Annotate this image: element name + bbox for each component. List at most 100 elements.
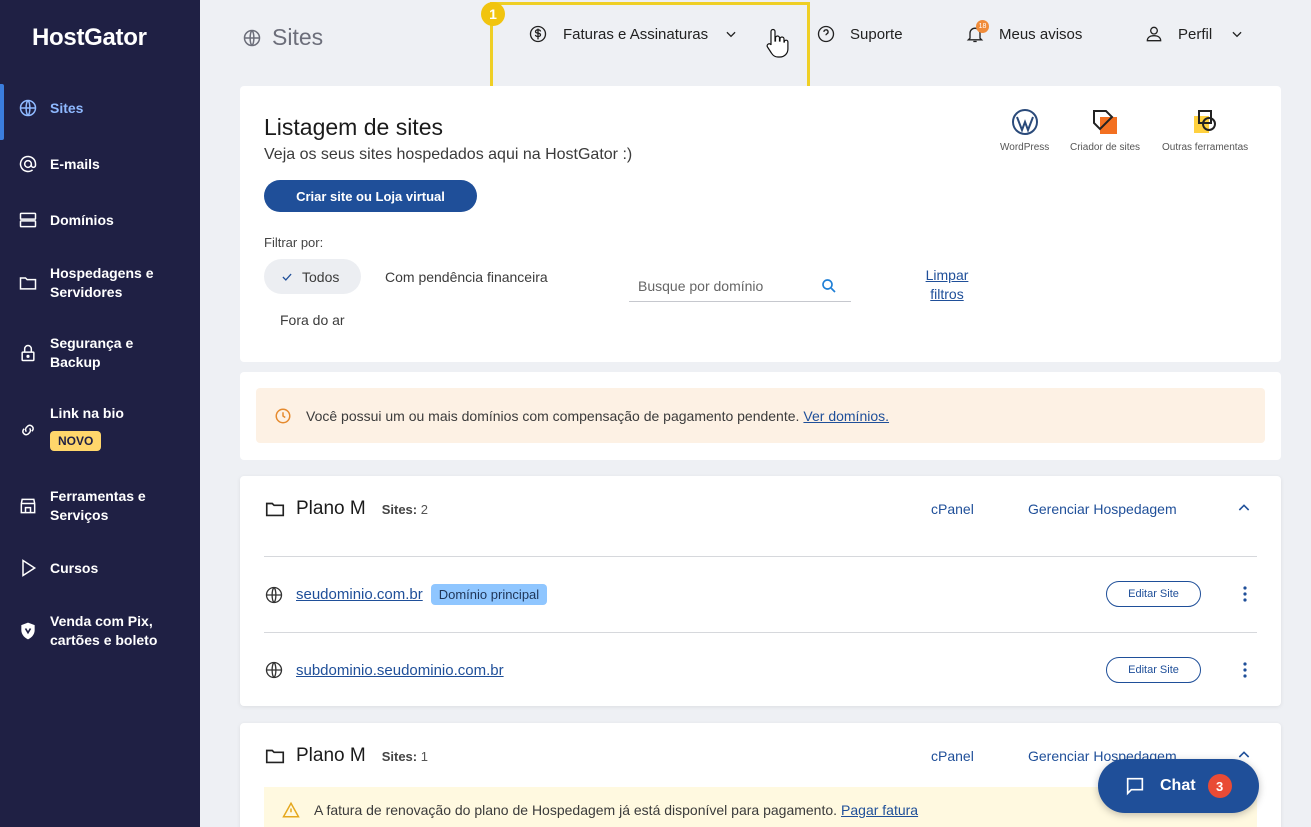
pay-invoice-link[interactable]: Pagar fatura [841,802,918,818]
search-icon[interactable] [820,277,838,295]
brand-logo: HostGator [32,24,147,51]
sidebar-item-hosting[interactable]: Hospedagens e Servidores [0,264,200,302]
view-domains-link[interactable]: Ver domínios. [803,408,889,424]
sidebar-item-label: Hospedagens e Servidores [50,265,154,300]
sidebar-item-label: Cursos [50,559,99,576]
page-subtitle: Veja os seus sites hospedados aqui na Ho… [264,146,633,163]
edit-site-button[interactable]: Editar Site [1106,657,1201,683]
sites-listing-card: Listagem de sites Veja os seus sites hos… [240,86,1281,362]
plan-header: Plano M Sites: 2 [264,498,428,520]
site-row: subdominio.seudominio.com.br [264,660,504,680]
search-field [629,270,851,302]
sidebar-item-security[interactable]: Segurança e Backup [0,334,200,372]
link-icon [18,420,38,440]
profile-menu[interactable]: Perfil [1144,24,1244,44]
sidebar-item-payments[interactable]: Venda com Pix, cartões e boleto [0,612,200,650]
sidebar-item-domains[interactable]: Domínios [0,210,200,230]
plan-sites-count: Sites: 2 [381,501,428,517]
notification-badge: 18 [976,20,989,33]
sidebar-item-sites[interactable]: Sites [0,84,200,140]
page-header: Sites [242,24,323,51]
sidebar-item-label: Sites [50,99,84,116]
chevron-up-icon[interactable] [1236,500,1252,516]
site-builder-icon [1093,110,1118,134]
chevron-down-icon [1232,31,1242,38]
folder-icon [18,273,38,293]
site-domain-link[interactable]: seudominio.com.br [296,586,423,603]
step-badge: 1 [481,2,505,26]
notices-label: Meus avisos [999,25,1083,43]
sidebar-item-link-bio[interactable]: Link na bio NOVO [0,404,200,451]
globe-icon [18,98,38,118]
filter-offline[interactable]: Fora do ar [280,312,345,328]
site-domain-link[interactable]: subdominio.seudominio.com.br [296,662,504,679]
store-icon [18,496,38,516]
chat-button[interactable]: Chat 3 [1098,759,1259,813]
search-input[interactable] [629,277,814,294]
sidebar-item-label: Segurança e Backup [50,335,134,370]
help-icon [817,25,835,43]
pending-alert-card: Você possui um ou mais domínios com comp… [240,372,1281,460]
page-title: Listagem de sites [264,114,443,140]
tool-other[interactable]: Outras ferramentas [1162,108,1248,153]
sidebar-item-label: Domínios [50,211,114,228]
hand-cursor-icon [766,28,789,58]
filter-all[interactable]: Todos [264,259,361,294]
notices-link[interactable]: 18 Meus avisos [965,20,1083,44]
support-label: Suporte [850,25,903,43]
globe-icon [243,29,261,46]
tool-site-builder[interactable]: Criador de sites [1070,108,1140,153]
more-options-icon[interactable] [1238,660,1252,680]
folder-icon [265,749,285,764]
highlight-box [490,2,810,98]
server-icon [18,210,38,230]
tool-label: Criador de sites [1070,142,1141,153]
pending-alert: Você possui um ou mais domínios com comp… [256,388,1265,443]
divider [264,632,1257,633]
header-title: Sites [272,24,324,50]
divider [264,556,1257,557]
wordpress-icon [1011,109,1038,135]
sidebar-item-label: E-mails [50,155,100,172]
warning-icon [282,801,300,818]
create-site-button[interactable]: Criar site ou Loja virtual [264,180,477,212]
lock-icon [18,343,38,363]
tools-icon [1194,110,1217,133]
sidebar-item-emails[interactable]: E-mails [0,154,200,174]
plan-name: Plano M [296,745,366,766]
filter-pending[interactable]: Com pendência financeira [385,269,548,285]
cpanel-link[interactable]: cPanel [931,748,974,764]
shield-icon [18,621,38,641]
new-badge: NOVO [50,431,102,451]
sidebar-item-tools[interactable]: Ferramentas e Serviços [0,487,200,525]
play-icon [18,558,38,578]
plan-card: Plano M Sites: 2 cPanel Gerenciar Hosped… [240,476,1281,706]
filter-label-all: Todos [302,268,340,285]
primary-domain-badge: Domínio principal [430,584,548,605]
user-icon [1146,26,1162,42]
manage-hosting-link[interactable]: Gerenciar Hospedagem [1028,501,1177,517]
tool-label: WordPress [1000,142,1050,153]
chat-icon [1126,777,1144,796]
cpanel-link[interactable]: cPanel [931,501,974,517]
globe-icon [265,661,283,679]
folder-icon [265,502,285,517]
tool-label: Outras ferramentas [1162,142,1249,153]
more-options-icon[interactable] [1238,584,1252,604]
sidebar-item-courses[interactable]: Cursos [0,558,200,578]
clear-filters-link[interactable]: Limpar filtros [923,266,971,304]
plan-name: Plano M [296,498,366,519]
support-link[interactable]: Suporte [816,24,903,44]
dollar-icon [529,25,547,43]
profile-label: Perfil [1178,25,1213,43]
clock-icon [275,408,291,423]
check-icon [282,273,292,281]
tool-wordpress[interactable]: WordPress [1000,108,1049,153]
sidebar: HostGator Sites E-mails Domínios Hospeda… [0,0,200,827]
sidebar-item-label: Link na bio [50,405,124,421]
renewal-alert-text: A fatura de renovação do plano de Hosped… [314,802,838,818]
billing-menu[interactable]: Faturas e Assinaturas [528,24,738,44]
edit-site-button[interactable]: Editar Site [1106,581,1201,607]
sidebar-item-label: Venda com Pix, cartões e boleto [50,613,158,648]
chevron-down-icon [726,31,736,38]
